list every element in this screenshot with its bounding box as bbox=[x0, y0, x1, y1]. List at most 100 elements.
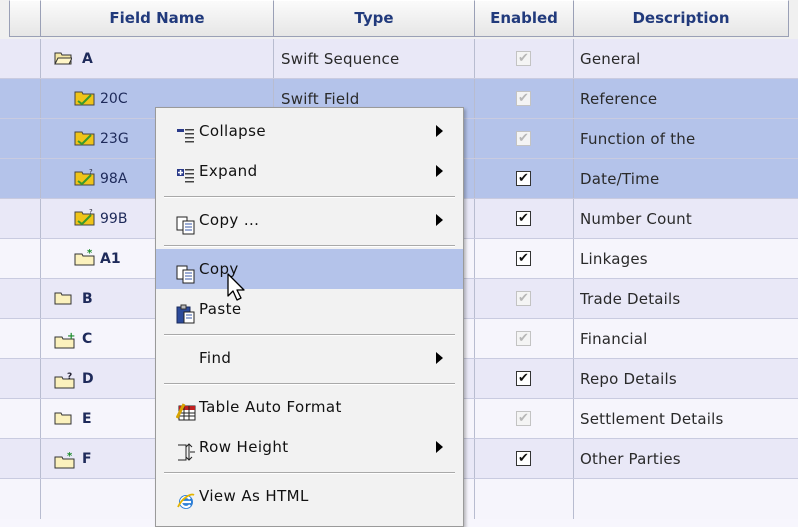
menu-item-find[interactable]: Find bbox=[156, 338, 463, 378]
menu-item-copy-submenu[interactable]: Copy ... bbox=[156, 200, 463, 240]
enabled-checkbox[interactable]: ✔ bbox=[516, 291, 531, 306]
enabled-checkbox[interactable]: ✔ bbox=[516, 211, 531, 226]
column-divider bbox=[573, 399, 574, 439]
column-divider bbox=[573, 239, 574, 279]
row-selector-header[interactable] bbox=[9, 0, 41, 37]
add-folder-icon: + bbox=[54, 331, 75, 349]
column-divider bbox=[573, 119, 574, 159]
menu-item-label: Table Auto Format bbox=[199, 398, 342, 416]
column-divider bbox=[573, 359, 574, 399]
folder-icon bbox=[54, 411, 72, 425]
menu-item-label: Expand bbox=[199, 162, 258, 180]
submenu-arrow-icon bbox=[436, 125, 443, 137]
description-cell[interactable]: Financial bbox=[580, 319, 790, 359]
column-divider bbox=[40, 199, 41, 239]
menu-item-row-height[interactable]: Row Height bbox=[156, 427, 463, 467]
column-divider bbox=[40, 159, 41, 199]
column-divider bbox=[573, 319, 574, 359]
submenu-arrow-icon bbox=[436, 352, 443, 364]
description-cell[interactable]: Linkages bbox=[580, 239, 790, 279]
menu-item-paste[interactable]: Paste bbox=[156, 289, 463, 329]
type-cell[interactable]: Swift Sequence bbox=[281, 39, 471, 79]
menu-item-copy[interactable]: Copy bbox=[156, 249, 463, 289]
description-cell[interactable]: Settlement Details bbox=[580, 399, 790, 439]
question-folder-icon: ? bbox=[54, 371, 75, 389]
column-divider bbox=[573, 439, 574, 479]
menu-item-table-auto-format[interactable]: Table Auto Format bbox=[156, 387, 463, 427]
table-format-icon bbox=[175, 397, 196, 421]
enabled-checkbox[interactable]: ✔ bbox=[516, 131, 531, 146]
folder-icon bbox=[54, 291, 72, 305]
menu-item-view-as-html[interactable]: View As HTML bbox=[156, 476, 463, 516]
menu-item-label: Copy ... bbox=[199, 211, 260, 229]
column-divider bbox=[573, 39, 574, 79]
column-divider bbox=[474, 359, 475, 399]
menu-item-expand[interactable]: Expand bbox=[156, 151, 463, 191]
yellow-folder-question-icon: ? bbox=[74, 208, 95, 226]
collapse-icon bbox=[176, 121, 196, 143]
column-header-description[interactable]: Description bbox=[573, 0, 789, 37]
enabled-checkbox[interactable]: ✔ bbox=[516, 331, 531, 346]
enabled-checkbox[interactable]: ✔ bbox=[516, 411, 531, 426]
menu-item-label: Collapse bbox=[199, 122, 266, 140]
description-cell[interactable]: Number Count bbox=[580, 199, 790, 239]
column-divider bbox=[40, 119, 41, 159]
enabled-checkbox[interactable]: ✔ bbox=[516, 251, 531, 266]
column-divider bbox=[474, 479, 475, 519]
menu-item-label: Find bbox=[199, 349, 232, 367]
description-cell[interactable]: Reference bbox=[580, 79, 790, 119]
paste-icon bbox=[176, 299, 196, 324]
yellow-folder-question-icon: ? bbox=[74, 168, 95, 186]
mouse-cursor-icon bbox=[227, 273, 245, 301]
expand-icon bbox=[176, 161, 196, 183]
column-header-enabled[interactable]: Enabled bbox=[474, 0, 574, 37]
yellow-folder-icon bbox=[74, 88, 95, 106]
description-cell[interactable]: Other Parties bbox=[580, 439, 790, 479]
copy-icon bbox=[176, 210, 196, 235]
new-folder-icon: * bbox=[74, 248, 95, 266]
table-row[interactable]: A Swift Sequence ✔ General bbox=[0, 39, 798, 79]
menu-item-collapse[interactable]: Collapse bbox=[156, 111, 463, 151]
column-divider bbox=[474, 319, 475, 359]
submenu-arrow-icon bbox=[436, 214, 443, 226]
column-divider bbox=[474, 439, 475, 479]
field-name-cell[interactable]: A bbox=[82, 39, 202, 79]
column-header-field-name[interactable]: Field Name bbox=[40, 0, 274, 37]
column-divider bbox=[474, 399, 475, 439]
enabled-checkbox[interactable]: ✔ bbox=[516, 451, 531, 466]
menu-separator bbox=[164, 196, 455, 198]
description-cell[interactable]: Trade Details bbox=[580, 279, 790, 319]
description-cell[interactable]: General bbox=[580, 39, 790, 79]
column-divider bbox=[573, 159, 574, 199]
column-header-type[interactable]: Type bbox=[273, 0, 475, 37]
column-divider bbox=[573, 479, 574, 519]
column-divider bbox=[273, 39, 274, 79]
column-divider bbox=[40, 319, 41, 359]
column-divider bbox=[474, 199, 475, 239]
context-menu: Collapse Expand Copy ... Copy Paste Find bbox=[155, 107, 464, 527]
enabled-checkbox[interactable]: ✔ bbox=[516, 51, 531, 66]
description-cell[interactable]: Date/Time bbox=[580, 159, 790, 199]
description-cell[interactable]: Function of the bbox=[580, 119, 790, 159]
grid-header: Field Name Type Enabled Description bbox=[0, 0, 798, 39]
column-divider bbox=[40, 399, 41, 439]
menu-separator bbox=[164, 245, 455, 247]
enabled-checkbox[interactable]: ✔ bbox=[516, 171, 531, 186]
column-divider bbox=[40, 359, 41, 399]
menu-separator bbox=[164, 472, 455, 474]
column-divider bbox=[40, 239, 41, 279]
column-divider bbox=[40, 279, 41, 319]
column-divider bbox=[474, 79, 475, 119]
column-divider bbox=[40, 39, 41, 79]
column-divider bbox=[474, 279, 475, 319]
column-divider bbox=[474, 239, 475, 279]
submenu-arrow-icon bbox=[436, 441, 443, 453]
enabled-checkbox[interactable]: ✔ bbox=[516, 91, 531, 106]
enabled-checkbox[interactable]: ✔ bbox=[516, 371, 531, 386]
menu-item-label: Row Height bbox=[199, 438, 289, 456]
description-cell[interactable]: Repo Details bbox=[580, 359, 790, 399]
svg-text:*: * bbox=[67, 451, 73, 462]
svg-text:?: ? bbox=[89, 168, 93, 176]
open-folder-icon bbox=[54, 51, 72, 65]
column-divider bbox=[474, 119, 475, 159]
